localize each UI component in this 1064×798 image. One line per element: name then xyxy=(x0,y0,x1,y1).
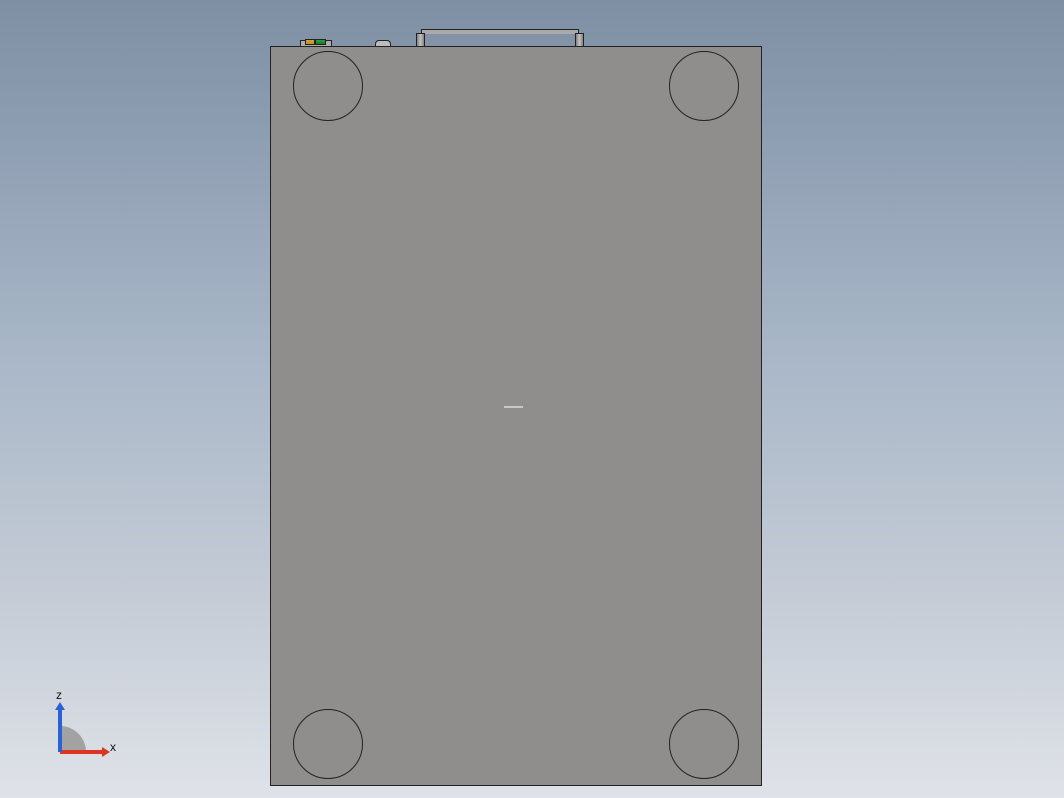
x-axis-label: x xyxy=(110,740,116,754)
x-axis-line xyxy=(60,750,104,754)
cad-viewport[interactable]: x z xyxy=(0,0,1064,798)
z-axis-line xyxy=(58,708,62,752)
model-handle xyxy=(418,29,582,47)
top-notch-colored xyxy=(300,40,332,47)
handle-post-right xyxy=(575,33,584,47)
handle-post-left xyxy=(416,33,425,47)
model-body[interactable] xyxy=(271,47,761,785)
handle-bar xyxy=(421,29,579,34)
z-axis-label: z xyxy=(56,688,62,702)
foot-circle-top-left xyxy=(293,51,363,121)
z-axis-arrow-icon xyxy=(55,702,65,710)
triad-plane-indicator xyxy=(60,726,86,752)
foot-circle-bottom-left xyxy=(293,709,363,779)
top-notch-small xyxy=(375,40,391,47)
view-triad[interactable]: x z xyxy=(56,686,126,756)
foot-circle-bottom-right xyxy=(669,709,739,779)
x-axis-arrow-icon xyxy=(102,747,110,757)
center-seam-line xyxy=(504,406,523,408)
foot-circle-top-right xyxy=(669,51,739,121)
